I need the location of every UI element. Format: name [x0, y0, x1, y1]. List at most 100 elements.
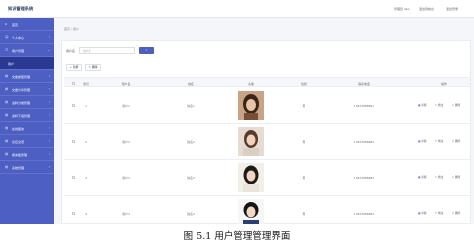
row-checkbox[interactable] [72, 140, 75, 143]
chevron-down-icon: ⌄ [47, 48, 50, 52]
search-icon: ⌕ [145, 47, 148, 52]
home-icon: ⌂ [5, 22, 8, 26]
detail-button[interactable]: ▣ 详情 [418, 175, 426, 179]
row-delete-button[interactable]: ✕ 删除 [452, 175, 460, 179]
admin-screenshot: 知识管理系统 管理员 abo 退出到前台 退出登录 ⌂ 首页 ☺ 个人中心 › … [0, 0, 474, 224]
detail-label: 详情 [421, 140, 427, 143]
edit-button[interactable]: ✎ 修改 [435, 211, 443, 215]
front-site-link[interactable]: 退出到前台 [419, 7, 434, 11]
sidebar-item-label: 系统管理 [12, 165, 25, 170]
row-delete-label: 删除 [455, 140, 461, 143]
row-delete-button[interactable]: ✕ 删除 [452, 103, 460, 107]
sidebar-item-profile[interactable]: ☺ 个人中心 › [0, 31, 54, 44]
row-delete-label: 删除 [455, 104, 461, 107]
cell-username: 用户1 [122, 104, 130, 108]
trash-icon: ✕ [452, 176, 455, 179]
chevron-right-icon: › [48, 152, 50, 156]
detail-label: 详情 [421, 104, 427, 107]
row-delete-button[interactable]: ✕ 删除 [452, 139, 460, 143]
sidebar-item-material-downloads[interactable]: ▤ 资料下载管理 › [0, 109, 54, 122]
edit-button[interactable]: ✎ 修改 [435, 103, 443, 107]
cell-username: 用户4 [122, 212, 130, 216]
sidebar-item-user-management[interactable]: ☷ 用户管理 ⌄ [0, 44, 54, 57]
trash-icon: ✕ [452, 104, 455, 107]
sidebar-item-message-board[interactable]: ▤ 留言板管理 › [0, 148, 54, 161]
detail-button[interactable]: ▣ 详情 [418, 211, 426, 215]
sidebar-item-label: 资料下载管理 [12, 113, 31, 118]
detail-button[interactable]: ▣ 详情 [418, 103, 426, 107]
table-row: 1 用户1 姓名1 男 13823888881 ▣ 详情 ✎ 修改 ✕ 删除 [64, 88, 470, 124]
column-header-gender[interactable]: 性别 [301, 82, 307, 86]
sidebar-item-article-types[interactable]: ▤ 文章类型管理 › [0, 70, 54, 83]
avatar-image [238, 163, 264, 192]
delete-button[interactable]: ✕删除 [85, 64, 101, 71]
edit-button[interactable]: ✎ 修改 [435, 175, 443, 179]
sidebar-item-label: 留言板管理 [12, 152, 28, 157]
cell-index: 3 [85, 176, 87, 180]
search-button[interactable]: ⌕ [139, 46, 154, 54]
cell-index: 1 [85, 104, 87, 108]
app-title: 知识管理系统 [8, 6, 34, 11]
sidebar-item-label: 首页 [12, 22, 19, 27]
column-header-phone[interactable]: 联系电话 [358, 82, 370, 86]
folder-icon: ▤ [5, 74, 9, 78]
cell-gender: 男 [302, 104, 306, 108]
logout-link[interactable]: 退出登录 [446, 7, 458, 11]
column-header-username[interactable]: 用户名 [122, 82, 131, 86]
table-header: 索引 用户名 姓名 头像 性别 联系电话 操作 [64, 77, 470, 87]
row-checkbox[interactable] [72, 176, 75, 179]
plus-icon: + [69, 65, 72, 69]
sidebar-item-material-categories[interactable]: ▤ 资料分类管理 › [0, 96, 54, 109]
delete-button-label: 删除 [91, 65, 98, 69]
admin-user-link[interactable]: 管理员 abo [394, 7, 410, 11]
trash-icon: ✕ [452, 140, 455, 143]
table-row: 4 用户4 姓名4 男 13823888884 ▣ 详情 ✎ 修改 ✕ 删除 [64, 196, 470, 224]
edit-icon: ✎ [435, 140, 438, 143]
sidebar-item-system[interactable]: ▤ 系统管理 › [0, 161, 54, 174]
cell-username: 用户3 [122, 176, 130, 180]
sidebar: ⌂ 首页 ☺ 个人中心 › ☷ 用户管理 ⌄ 用户 ▤ 文章类型管理 › ▤ 文… [0, 18, 54, 224]
row-actions: ▣ 详情 ✎ 修改 ✕ 删除 [418, 211, 470, 216]
sidebar-item-users[interactable]: 用户 [0, 57, 54, 70]
cell-gender: 男 [302, 176, 306, 180]
avatar-image [238, 199, 264, 224]
sidebar-item-home[interactable]: ⌂ 首页 [0, 18, 54, 31]
row-delete-button[interactable]: ✕ 删除 [452, 211, 460, 215]
add-button[interactable]: +新增 [66, 64, 82, 71]
sidebar-item-label: 资料分类管理 [12, 100, 31, 105]
detail-button[interactable]: ▣ 详情 [418, 139, 426, 143]
row-checkbox[interactable] [72, 104, 75, 107]
column-header-name[interactable]: 姓名 [188, 82, 194, 86]
column-header-avatar[interactable]: 头像 [248, 82, 254, 86]
sidebar-item-article-sharing[interactable]: ▤ 文章分享管理 › [0, 83, 54, 96]
edit-icon: ✎ [435, 212, 438, 215]
sidebar-item-online-messages[interactable]: ▤ 在线留言 › [0, 122, 54, 135]
edit-button[interactable]: ✎ 修改 [435, 139, 443, 143]
sidebar-item-label: 文章类型管理 [12, 74, 31, 79]
edit-label: 修改 [438, 104, 444, 107]
add-button-label: 新增 [72, 65, 79, 69]
sidebar-item-label: 文章分享管理 [12, 87, 31, 92]
sidebar-item-label: 用户 [8, 61, 15, 66]
row-checkbox[interactable] [72, 212, 75, 215]
sidebar-item-label: 在线留言 [12, 126, 25, 131]
cell-phone: 13823888883 [353, 176, 375, 180]
sidebar-item-label: 论坛交流 [12, 139, 25, 144]
sidebar-item-label: 用户管理 [12, 48, 25, 53]
folder-icon: ▤ [5, 126, 9, 130]
chevron-right-icon: › [48, 165, 50, 169]
cell-index: 4 [85, 212, 87, 216]
select-all-checkbox[interactable] [72, 81, 75, 85]
sidebar-item-forum[interactable]: ▤ 论坛交流 › [0, 135, 54, 148]
table-row: 2 用户2 姓名2 男 13823888882 ▣ 详情 ✎ 修改 ✕ 删除 [64, 124, 470, 160]
cell-phone: 13823888881 [353, 104, 375, 108]
row-actions: ▣ 详情 ✎ 修改 ✕ 删除 [418, 139, 470, 144]
user-icon: ☺ [5, 35, 9, 39]
column-header-index[interactable]: 索引 [83, 82, 89, 86]
search-input[interactable]: 用户名 [79, 46, 135, 54]
cell-gender: 男 [302, 140, 306, 144]
row-delete-label: 删除 [455, 212, 461, 215]
main-content: 首页 / 用户 用户名 用户名 ⌕ +新增 ✕删除 索引 用户名 姓名 头像 性… [54, 18, 474, 224]
folder-icon: ▤ [5, 87, 9, 91]
chevron-right-icon: › [48, 35, 50, 39]
